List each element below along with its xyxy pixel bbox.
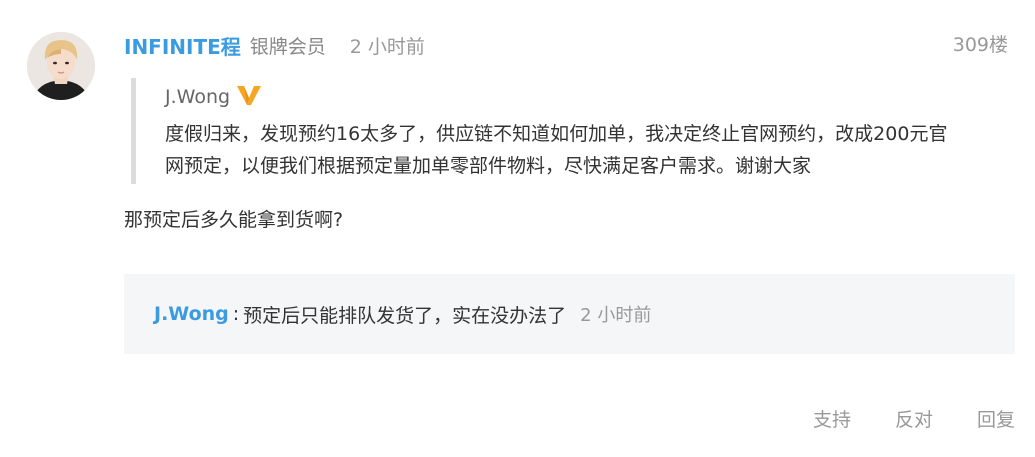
avatar[interactable] <box>27 32 95 100</box>
member-badge: 银牌会员 <box>249 35 326 58</box>
quote-author: J.Wong <box>165 82 262 112</box>
floor-number: 309楼 <box>952 34 1008 56</box>
comment-actions: 支持 反对 回复 <box>813 403 1015 433</box>
comment-text: 那预定后多久能拿到货啊? <box>124 209 344 231</box>
comment-item: INFINITE程 银牌会员 2 小时前 309楼 J.Wong 度假归来，发现… <box>0 0 1035 457</box>
support-button[interactable]: 支持 <box>813 405 851 432</box>
comment-header: INFINITE程 银牌会员 2 小时前 <box>124 31 425 59</box>
verified-v-icon <box>236 84 262 110</box>
avatar-icon <box>27 32 95 100</box>
reply-button[interactable]: 回复 <box>977 405 1015 432</box>
sub-reply-username-link[interactable]: J.Wong <box>154 303 229 325</box>
sub-reply: J.Wong : 预定后只能排队发货了，实在没办法了 2 小时前 <box>154 300 651 328</box>
sub-reply-timestamp: 2 小时前 <box>580 305 652 326</box>
username-link[interactable]: INFINITE程 <box>124 31 241 60</box>
sub-reply-box: J.Wong : 预定后只能排队发货了，实在没办法了 2 小时前 <box>124 274 1015 354</box>
comment-timestamp: 2 小时前 <box>349 35 425 58</box>
quote-author-name[interactable]: J.Wong <box>165 86 230 108</box>
quote-text: 度假归来，发现预约16太多了，供应链不知道如何加单，我决定终止官网预约，改成20… <box>165 123 948 177</box>
quoted-post: J.Wong 度假归来，发现预约16太多了，供应链不知道如何加单，我决定终止官网… <box>131 78 966 184</box>
sub-reply-text: 预定后只能排队发货了，实在没办法了 <box>243 304 567 327</box>
sub-reply-separator: : <box>232 303 240 325</box>
oppose-button[interactable]: 反对 <box>895 405 933 432</box>
